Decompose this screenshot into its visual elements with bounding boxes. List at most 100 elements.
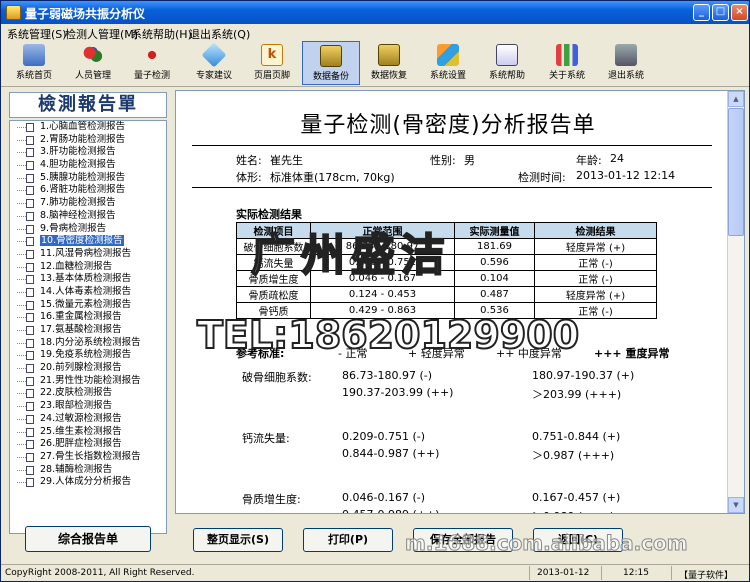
document-icon: [26, 351, 34, 361]
scroll-down-icon[interactable]: ▼: [728, 497, 744, 513]
cell-result: 正常 (-): [534, 254, 657, 271]
print-button[interactable]: 打印(P): [303, 528, 393, 552]
network-icon: [141, 44, 163, 66]
tree-line: [17, 393, 26, 395]
sidebar-item[interactable]: 5.胰腺功能检测报告: [10, 172, 166, 185]
toolbar-exit-label: 退出系统: [607, 71, 644, 81]
sidebar-item[interactable]: 7.肺功能检测报告: [10, 197, 166, 210]
sidebar-item[interactable]: 16.重金属检测报告: [10, 311, 166, 324]
document-icon: [26, 161, 34, 171]
toolbar-exit-button[interactable]: 退出系统: [597, 41, 655, 85]
sidebar-item[interactable]: 12.血糖检测报告: [10, 261, 166, 274]
tree-line: [17, 165, 26, 167]
reference-range: 86.73-180.97 (-): [342, 369, 432, 382]
toolbar-settings-button[interactable]: 系统设置: [419, 41, 477, 85]
maximize-button[interactable]: □: [712, 4, 729, 21]
status-bar: CopyRight 2008-2011, All Right Reserved.…: [1, 564, 749, 581]
document-icon: [26, 465, 34, 475]
sidebar-item[interactable]: 19.免疫系统检测报告: [10, 349, 166, 362]
toolbar-about-button[interactable]: 关于系统: [538, 41, 596, 85]
toolbar-restore-button[interactable]: 数据恢复: [360, 41, 418, 85]
toolbar-backup-button[interactable]: 数据备份: [302, 41, 360, 85]
action-bar: 整页显示(S) 打印(P) 保存全部报告 返回(C): [175, 516, 745, 562]
sidebar-item[interactable]: 24.过敏源检测报告: [10, 413, 166, 426]
minimize-button[interactable]: _: [693, 4, 710, 21]
cell-item: 钙流失量: [236, 254, 311, 271]
sidebar-item[interactable]: 18.内分泌系统检测报告: [10, 337, 166, 350]
sidebar-item[interactable]: 26.肥胖症检测报告: [10, 438, 166, 451]
document-icon: [26, 427, 34, 437]
sidebar-item[interactable]: 10.骨密度检测报告: [10, 235, 166, 248]
toolbar-advice-button[interactable]: 专家建议: [185, 41, 243, 85]
sidebar-item-label: 6.肾脏功能检测报告: [40, 184, 126, 196]
menu-bar: 系统管理(S) 检测人管理(M) 系统帮助(H) 退出系统(Q): [1, 24, 749, 41]
document-icon: [26, 211, 34, 221]
tree-line: [17, 266, 26, 268]
close-button[interactable]: ×: [731, 4, 748, 21]
sidebar-item[interactable]: 1.心脑血管检测报告: [10, 121, 166, 134]
reference-item-name: 破骨细胞系数:: [242, 371, 312, 384]
toolbar-header-footer-button[interactable]: k 页眉页脚: [243, 41, 301, 85]
sidebar-item-label: 10.骨密度检测报告: [40, 235, 124, 247]
sidebar-item[interactable]: 23.眼部检测报告: [10, 400, 166, 413]
toolbar-home-button[interactable]: 系统首页: [5, 41, 63, 85]
sidebar-item-label: 29.人体成分分析报告: [40, 476, 132, 488]
toolbar-users-label: 人员管理: [74, 71, 111, 81]
sidebar-item[interactable]: 6.肾脏功能检测报告: [10, 184, 166, 197]
summary-report-button[interactable]: 综合报告单: [25, 526, 151, 552]
document-icon: [26, 376, 34, 386]
sidebar-item[interactable]: 21.男性性功能检测报告: [10, 375, 166, 388]
sidebar-title: 檢測報告單: [9, 92, 167, 118]
report-scrollbar[interactable]: ▲ ▼: [727, 91, 744, 513]
sidebar-item[interactable]: 8.脑神经检测报告: [10, 210, 166, 223]
sidebar: 檢測報告單 1.心脑血管检测报告 2.胃肠功能检测报告 3.肝功能检测报告 4.胆功能…: [5, 90, 171, 561]
document-icon: [26, 262, 34, 272]
bar-chart-icon: [556, 44, 578, 66]
sidebar-item[interactable]: 20.前列腺检测报告: [10, 362, 166, 375]
toolbar-detect-button[interactable]: 量子检测: [123, 41, 181, 85]
cell-item: 骨钙质: [236, 302, 311, 319]
sidebar-item[interactable]: 2.胃肠功能检测报告: [10, 134, 166, 147]
sidebar-item[interactable]: 15.微量元素检测报告: [10, 299, 166, 312]
scroll-thumb[interactable]: [728, 108, 744, 236]
reference-range: 0.751-0.844 (+): [532, 430, 621, 443]
age-label: 年龄:: [576, 154, 602, 167]
tree-line: [17, 291, 26, 293]
reference-item-name: 骨质增生度:: [242, 493, 301, 506]
sidebar-item[interactable]: 14.人体毒素检测报告: [10, 286, 166, 299]
sidebar-item[interactable]: 13.基本体质检测报告: [10, 273, 166, 286]
sidebar-item[interactable]: 17.氨基酸检测报告: [10, 324, 166, 337]
patient-age: 24: [610, 152, 624, 165]
tree-line: [17, 444, 26, 446]
toolbar-help-button[interactable]: 系统帮助: [478, 41, 536, 85]
sidebar-item[interactable]: 29.人体成分分析报告: [10, 476, 166, 489]
tree-line: [17, 203, 26, 205]
sidebar-item[interactable]: 28.辅酶检测报告: [10, 464, 166, 477]
sidebar-item-label: 1.心脑血管检测报告: [40, 121, 126, 132]
sidebar-item[interactable]: 11.风湿骨病检测报告: [10, 248, 166, 261]
cell-value: 0.536: [454, 302, 535, 319]
back-button[interactable]: 返回(C): [533, 528, 623, 552]
fit-page-button[interactable]: 整页显示(S): [193, 528, 283, 552]
tree-line: [17, 152, 26, 154]
document-icon: [26, 173, 34, 183]
sidebar-item[interactable]: 9.骨病检测报告: [10, 223, 166, 236]
sidebar-item[interactable]: 4.胆功能检测报告: [10, 159, 166, 172]
scroll-up-icon[interactable]: ▲: [728, 91, 744, 107]
sidebar-item[interactable]: 22.皮肤检测报告: [10, 387, 166, 400]
save-all-reports-button[interactable]: 保存全部报告: [413, 528, 513, 552]
sidebar-item-label: 4.胆功能检测报告: [40, 159, 116, 171]
sidebar-item[interactable]: 27.骨生长指数检测报告: [10, 451, 166, 464]
document-icon: [26, 123, 34, 132]
toolbar-users-button[interactable]: 人员管理: [64, 41, 122, 85]
sidebar-item-label: 9.骨病检测报告: [40, 222, 107, 234]
tree-line: [17, 368, 26, 370]
reference-range: 190.37-203.99 (++): [342, 386, 454, 399]
title-divider: [192, 145, 712, 146]
document-icon: [26, 452, 34, 462]
tree-line: [17, 406, 26, 408]
sidebar-item-label: 26.肥胖症检测报告: [40, 438, 122, 450]
sidebar-item[interactable]: 25.维生素检测报告: [10, 426, 166, 439]
sidebar-item[interactable]: 3.肝功能检测报告: [10, 146, 166, 159]
cell-value: 0.104: [454, 270, 535, 287]
